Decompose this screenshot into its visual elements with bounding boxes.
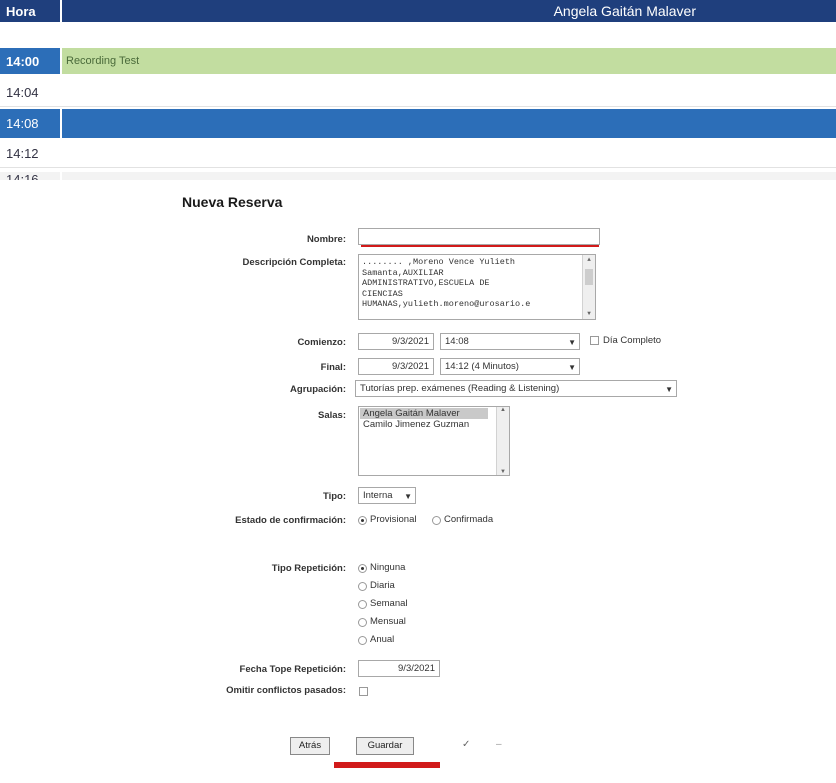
- end-time-select[interactable]: 14:12 (4 Minutos) ▼: [440, 358, 580, 375]
- scroll-up-icon[interactable]: ▲: [583, 255, 595, 266]
- chevron-down-icon: ▼: [568, 363, 576, 372]
- name-label: Nombre:: [306, 234, 346, 245]
- scroll-down-icon[interactable]: ▼: [497, 469, 509, 475]
- confirmation-label: Estado de confirmación:: [235, 515, 346, 526]
- chevron-down-icon: ▼: [404, 492, 412, 501]
- confirmed-label: Confirmada: [444, 514, 494, 525]
- description-textarea[interactable]: ........ ,Moreno Vence Yulieth Samanta,A…: [358, 254, 596, 320]
- rooms-label: Salas:: [318, 410, 346, 421]
- time-slot-label: 14:00: [0, 48, 60, 74]
- repeat-daily-radio[interactable]: [358, 582, 367, 591]
- time-slot-row[interactable]: 14:04: [0, 79, 836, 107]
- type-value: Interna: [363, 490, 393, 501]
- time-column-header: Hora: [0, 0, 60, 22]
- empty-slot[interactable]: [62, 140, 836, 167]
- provisional-radio[interactable]: [358, 516, 367, 525]
- all-day-label: Día Completo: [603, 335, 662, 346]
- skip-conflicts-label: Omitir conflictos pasados:: [226, 685, 346, 696]
- description-line: Samanta,AUXILIAR: [362, 267, 444, 278]
- time-slot-label: 14:16: [0, 172, 60, 180]
- description-label: Descripción Completa:: [242, 257, 346, 268]
- description-line: HUMANAS,yulieth.moreno@urosario.e: [362, 299, 531, 309]
- save-highlight-bar: [334, 762, 440, 768]
- time-slot-row[interactable]: 14:16: [0, 172, 836, 180]
- form-title: Nueva Reserva: [182, 194, 283, 210]
- selected-slot[interactable]: [62, 109, 836, 138]
- schedule-header: Hora Angela Gaitán Malaver: [0, 0, 836, 22]
- chevron-down-icon: ▼: [665, 385, 673, 394]
- name-input[interactable]: [358, 228, 600, 245]
- rooms-listbox[interactable]: Angela Gaitán Malaver Camilo Jimenez Guz…: [358, 406, 510, 476]
- listbox-scrollbar[interactable]: ▲ ▼: [496, 407, 509, 475]
- time-slot-row[interactable]: 14:12: [0, 140, 836, 168]
- save-button[interactable]: Guardar: [356, 737, 414, 755]
- dash-icon: –: [496, 739, 502, 750]
- textarea-scrollbar[interactable]: ▲ ▼: [582, 255, 595, 319]
- grouping-value: Tutorías prep. exámenes (Reading & Liste…: [360, 383, 560, 394]
- schedule-grid: Hora Angela Gaitán Malaver 14:00 Recordi…: [0, 0, 836, 180]
- time-slot-row[interactable]: 14:00 Recording Test: [0, 48, 836, 74]
- highlight-underline: [361, 245, 599, 247]
- grouping-select[interactable]: Tutorías prep. exámenes (Reading & Liste…: [355, 380, 677, 397]
- repeat-none-label: Ninguna: [370, 562, 406, 573]
- type-select[interactable]: Interna ▼: [358, 487, 416, 504]
- time-slot-label: 14:04: [0, 79, 60, 106]
- description-line: ........ ,Moreno Vence Yulieth: [362, 257, 516, 267]
- all-day-checkbox[interactable]: [590, 336, 599, 345]
- repeat-monthly-radio[interactable]: [358, 618, 367, 627]
- start-time-value: 14:08: [445, 336, 469, 347]
- repeat-yearly-label: Anual: [370, 634, 395, 645]
- type-label: Tipo:: [322, 491, 346, 502]
- description-line: CIENCIAS: [362, 288, 403, 299]
- room-column-header[interactable]: Angela Gaitán Malaver: [62, 0, 836, 22]
- repeat-end-label: Fecha Tope Repetición:: [239, 664, 346, 675]
- booked-event[interactable]: Recording Test: [62, 48, 836, 74]
- repeat-weekly-radio[interactable]: [358, 600, 367, 609]
- empty-slot[interactable]: [62, 172, 836, 180]
- time-slot-row-selected[interactable]: 14:08: [0, 109, 836, 138]
- confirmed-radio[interactable]: [432, 516, 441, 525]
- repeat-end-date-input[interactable]: 9/3/2021: [358, 660, 440, 677]
- skip-conflicts-checkbox[interactable]: [359, 687, 368, 696]
- check-icon: ✓: [462, 739, 471, 750]
- grouping-label: Agrupación:: [290, 384, 346, 395]
- new-booking-form: Nueva Reserva Nombre: Descripción Comple…: [172, 182, 686, 783]
- empty-slot[interactable]: [62, 79, 836, 106]
- time-slot-label: 14:08: [0, 109, 60, 138]
- repeat-type-label: Tipo Repetición:: [271, 563, 346, 574]
- scroll-up-icon[interactable]: ▲: [497, 407, 509, 413]
- description-line: ADMINISTRATIVO,ESCUELA DE: [362, 278, 490, 288]
- repeat-none-radio[interactable]: [358, 564, 367, 573]
- start-label: Comienzo:: [297, 337, 346, 348]
- repeat-weekly-label: Semanal: [370, 598, 408, 609]
- room-option-selected[interactable]: Angela Gaitán Malaver: [360, 408, 488, 419]
- end-date-input[interactable]: 9/3/2021: [358, 358, 434, 375]
- room-option[interactable]: Camilo Jimenez Guzman: [360, 419, 508, 430]
- scroll-thumb[interactable]: [585, 269, 593, 285]
- repeat-daily-label: Diaria: [370, 580, 395, 591]
- provisional-label: Provisional: [370, 514, 417, 525]
- scroll-down-icon[interactable]: ▼: [583, 309, 595, 320]
- repeat-yearly-radio[interactable]: [358, 636, 367, 645]
- start-date-input[interactable]: 9/3/2021: [358, 333, 434, 350]
- start-time-select[interactable]: 14:08 ▼: [440, 333, 580, 350]
- back-button[interactable]: Atrás: [290, 737, 330, 755]
- time-slot-label: 14:12: [0, 140, 60, 167]
- end-time-value: 14:12 (4 Minutos): [445, 361, 519, 372]
- end-label: Final:: [320, 362, 346, 373]
- repeat-monthly-label: Mensual: [370, 616, 406, 627]
- chevron-down-icon: ▼: [568, 338, 576, 347]
